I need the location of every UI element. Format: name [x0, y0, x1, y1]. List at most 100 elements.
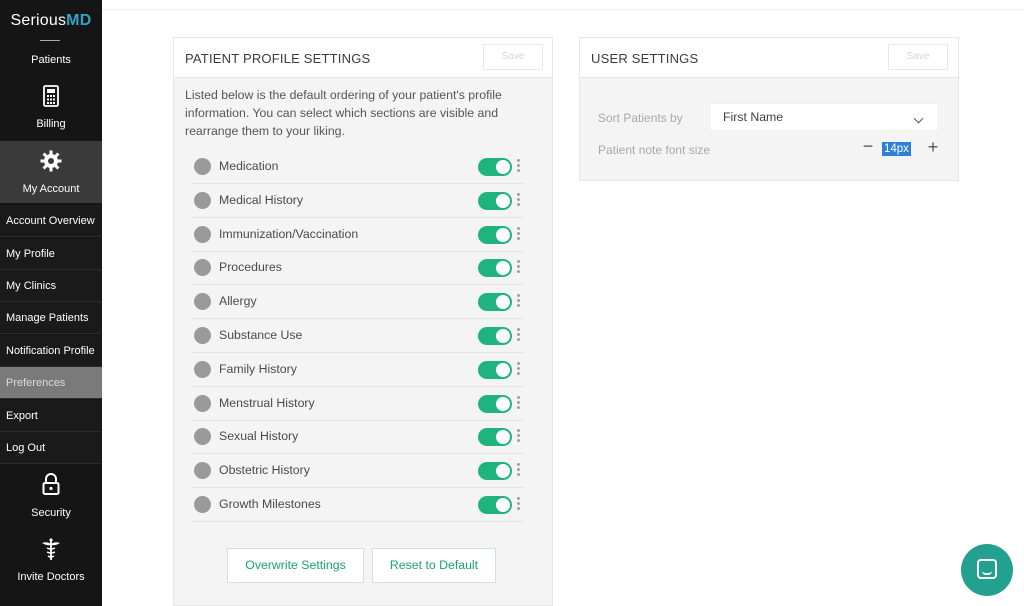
section-visibility-toggle[interactable]	[478, 327, 512, 345]
toggle-knob	[496, 498, 510, 512]
profile-section-row[interactable]: Sexual History	[192, 420, 524, 455]
patient-profile-description: Listed below is the default ordering of …	[185, 88, 502, 138]
gender-icon	[194, 428, 211, 446]
nav-billing-label: Billing	[36, 118, 66, 130]
profile-section-label: Medication	[219, 159, 279, 173]
brand-suffix: MD	[66, 12, 92, 29]
patient-profile-title: PATIENT PROFILE SETTINGS	[185, 51, 371, 66]
profile-section-row[interactable]: Medical History	[192, 184, 524, 218]
profile-section-label: Obstetric History	[219, 463, 310, 478]
submenu-log-out[interactable]: Log Out	[0, 432, 102, 464]
section-visibility-toggle[interactable]	[478, 462, 512, 481]
profile-section-row[interactable]: Procedures	[192, 251, 524, 286]
family-icon	[194, 360, 211, 378]
toggle-knob	[496, 227, 510, 242]
chat-launcher-button[interactable]	[961, 544, 1013, 596]
profile-section-row[interactable]: Substance Use	[192, 319, 524, 353]
profile-section-label: Family History	[219, 361, 297, 376]
toggle-knob	[496, 160, 510, 174]
patient-profile-header: PATIENT PROFILE SETTINGS Save	[174, 38, 552, 78]
section-visibility-toggle[interactable]	[478, 293, 512, 312]
clipboard-icon	[194, 259, 211, 277]
user-settings-header: USER SETTINGS Save	[580, 38, 958, 78]
nav-patients[interactable]: Patients	[0, 42, 102, 72]
toggle-knob	[496, 261, 510, 276]
profile-section-label: Menstrual History	[219, 395, 315, 410]
user-settings-save-button[interactable]: Save	[888, 44, 948, 70]
submenu-preferences[interactable]: Preferences	[0, 367, 102, 399]
drag-handle-icon[interactable]	[517, 361, 521, 378]
submenu-export[interactable]: Export	[0, 400, 102, 432]
nav-security[interactable]: Security	[0, 470, 102, 526]
pill-icon	[194, 158, 211, 175]
overwrite-settings-button[interactable]: Overwrite Settings	[227, 548, 364, 583]
growth-chart-icon	[194, 496, 211, 513]
toggle-knob	[496, 295, 510, 310]
profile-section-row[interactable]: Medication	[192, 150, 524, 184]
drag-handle-icon[interactable]	[517, 294, 521, 310]
sort-patients-label: Sort Patients by	[598, 111, 683, 125]
toggle-knob	[496, 396, 510, 411]
sort-patients-value: First Name	[723, 110, 784, 124]
section-visibility-toggle[interactable]	[478, 496, 512, 514]
submenu-notification-profile[interactable]: Notification Profile	[0, 335, 102, 367]
nav-invite-doctors[interactable]: Invite Doctors	[0, 536, 102, 592]
profile-section-row[interactable]: Immunization/Vaccination	[192, 218, 524, 252]
gear-icon	[40, 150, 62, 172]
submenu-account-overview[interactable]: Account Overview	[0, 205, 102, 237]
font-size-decrease-button[interactable]: −	[860, 137, 876, 155]
section-visibility-toggle[interactable]	[478, 259, 512, 278]
submenu-my-clinics[interactable]: My Clinics	[0, 270, 102, 302]
profile-section-row[interactable]: Obstetric History	[192, 454, 524, 489]
lock-icon	[42, 473, 60, 495]
section-visibility-toggle[interactable]	[478, 191, 512, 210]
patient-profile-panel: PATIENT PROFILE SETTINGS Save Listed bel…	[173, 37, 553, 606]
sort-patients-select[interactable]: First Name	[709, 103, 939, 131]
nav-billing[interactable]: Billing	[0, 80, 102, 136]
nav-patients-label: Patients	[31, 54, 71, 66]
pregnancy-icon	[194, 462, 211, 480]
section-visibility-toggle[interactable]	[478, 158, 512, 176]
profile-section-row[interactable]: Growth Milestones	[192, 488, 524, 522]
drag-handle-icon[interactable]	[517, 463, 521, 479]
section-visibility-toggle[interactable]	[478, 428, 512, 447]
section-visibility-toggle[interactable]	[478, 360, 512, 379]
nav-my-account[interactable]: My Account	[0, 141, 102, 203]
drag-handle-icon[interactable]	[517, 497, 521, 513]
section-visibility-toggle[interactable]	[478, 225, 512, 244]
drag-handle-icon[interactable]	[517, 260, 521, 276]
profile-section-label: Growth Milestones	[219, 497, 321, 511]
profile-section-label: Allergy	[219, 294, 257, 309]
section-visibility-toggle[interactable]	[478, 394, 512, 413]
drag-handle-icon[interactable]	[517, 226, 521, 243]
font-size-label: Patient note font size	[598, 143, 711, 157]
drag-handle-icon[interactable]	[517, 159, 521, 175]
submenu-my-profile[interactable]: My Profile	[0, 238, 102, 270]
font-size-value[interactable]: 14px	[882, 142, 911, 156]
submenu-manage-patients[interactable]: Manage Patients	[0, 302, 102, 334]
drag-handle-icon[interactable]	[517, 192, 521, 209]
drag-handle-icon[interactable]	[517, 395, 521, 412]
allergy-icon	[194, 293, 211, 311]
medical-kit-icon	[194, 191, 211, 209]
toggle-knob	[496, 329, 510, 343]
font-size-increase-button[interactable]: +	[925, 138, 941, 156]
toggle-knob	[496, 430, 510, 445]
calculator-icon	[43, 85, 59, 107]
logo-divider	[40, 40, 60, 41]
nav-my-account-label: My Account	[22, 183, 80, 195]
brand-logo[interactable]: SeriousMD	[0, 0, 102, 40]
profile-section-label: Procedures	[219, 260, 282, 275]
syringe-icon	[194, 225, 211, 243]
female-icon	[194, 394, 211, 412]
profile-section-row[interactable]: Allergy	[192, 285, 524, 320]
profile-section-row[interactable]: Family History	[192, 353, 524, 387]
drag-handle-icon[interactable]	[517, 429, 521, 445]
toggle-knob	[496, 362, 510, 377]
profile-section-label: Substance Use	[219, 328, 303, 342]
drag-handle-icon[interactable]	[517, 328, 521, 344]
patient-profile-save-button[interactable]: Save	[483, 44, 543, 70]
toggle-knob	[496, 193, 510, 208]
reset-to-default-button[interactable]: Reset to Default	[372, 548, 496, 583]
profile-section-row[interactable]: Menstrual History	[192, 387, 524, 421]
